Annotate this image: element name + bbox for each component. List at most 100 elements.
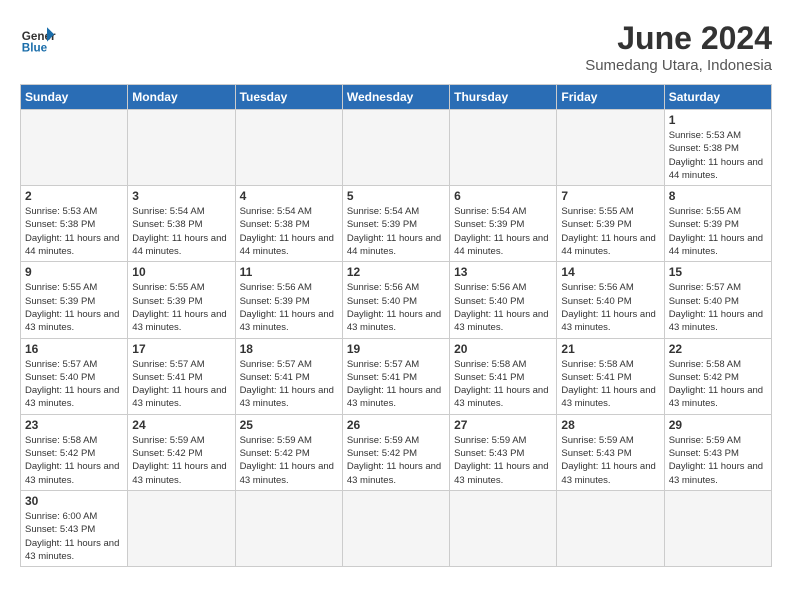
day-info: Sunrise: 5:53 AM Sunset: 5:38 PM Dayligh… (25, 205, 123, 258)
day-info: Sunrise: 5:54 AM Sunset: 5:39 PM Dayligh… (347, 205, 445, 258)
day-info: Sunrise: 5:58 AM Sunset: 5:41 PM Dayligh… (454, 358, 552, 411)
day-info: Sunrise: 5:57 AM Sunset: 5:41 PM Dayligh… (240, 358, 338, 411)
day-info: Sunrise: 5:56 AM Sunset: 5:40 PM Dayligh… (561, 281, 659, 334)
calendar-cell (450, 490, 557, 566)
calendar-cell: 23 Sunrise: 5:58 AM Sunset: 5:42 PM Dayli… (21, 414, 128, 490)
day-header-tuesday: Tuesday (235, 85, 342, 110)
calendar-cell (128, 490, 235, 566)
day-number: 18 (240, 342, 338, 356)
calendar-cell (342, 490, 449, 566)
calendar-cell: 17 Sunrise: 5:57 AM Sunset: 5:41 PM Dayli… (128, 338, 235, 414)
calendar-cell: 9Sunrise: 5:55 AM Sunset: 5:39 PM Daylig… (21, 262, 128, 338)
calendar-cell: 19Sunrise: 5:57 AM Sunset: 5:41 PM Dayli… (342, 338, 449, 414)
day-number: 10 (132, 265, 230, 279)
calendar-cell: 26 Sunrise: 5:59 AM Sunset: 5:42 PM Dayli… (342, 414, 449, 490)
day-info: Sunrise: 5:54 AM Sunset: 5:39 PM Dayligh… (454, 205, 552, 258)
logo-icon: General Blue (20, 20, 56, 56)
day-number: 28 (561, 418, 659, 432)
day-info: Sunrise: 5:56 AM Sunset: 5:39 PM Dayligh… (240, 281, 338, 334)
day-info: Sunrise: 5:59 AM Sunset: 5:43 PM Dayligh… (561, 434, 659, 487)
day-header-wednesday: Wednesday (342, 85, 449, 110)
calendar-cell (235, 110, 342, 186)
day-header-sunday: Sunday (21, 85, 128, 110)
day-number: 15 (669, 265, 767, 279)
day-number: 8 (669, 189, 767, 203)
day-number: 22 (669, 342, 767, 356)
calendar-cell: 7 Sunrise: 5:55 AM Sunset: 5:39 PM Daylig… (557, 186, 664, 262)
calendar-cell: 6Sunrise: 5:54 AM Sunset: 5:39 PM Daylig… (450, 186, 557, 262)
calendar-cell (128, 110, 235, 186)
calendar-cell: 21 Sunrise: 5:58 AM Sunset: 5:41 PM Dayli… (557, 338, 664, 414)
day-number: 12 (347, 265, 445, 279)
day-number: 20 (454, 342, 552, 356)
calendar-week-4: 16 Sunrise: 5:57 AM Sunset: 5:40 PM Dayli… (21, 338, 772, 414)
calendar-cell: 18 Sunrise: 5:57 AM Sunset: 5:41 PM Dayli… (235, 338, 342, 414)
title-block: June 2024 Sumedang Utara, Indonesia (585, 20, 772, 74)
day-number: 4 (240, 189, 338, 203)
calendar-cell: 24Sunrise: 5:59 AM Sunset: 5:42 PM Dayli… (128, 414, 235, 490)
calendar-week-3: 9 Sunrise: 5:55 AM Sunset: 5:39 PM Daylig… (21, 262, 772, 338)
calendar-cell: 5 Sunrise: 5:54 AM Sunset: 5:39 PM Daylig… (342, 186, 449, 262)
calendar-cell: 2 Sunrise: 5:53 AM Sunset: 5:38 PM Daylig… (21, 186, 128, 262)
calendar-header-row: SundayMondayTuesdayWednesdayThursdayFrid… (21, 85, 772, 110)
calendar-cell: 28 Sunrise: 5:59 AM Sunset: 5:43 PM Dayli… (557, 414, 664, 490)
day-number: 27 (454, 418, 552, 432)
svg-text:Blue: Blue (22, 42, 48, 55)
calendar-cell (21, 110, 128, 186)
day-number: 17 (132, 342, 230, 356)
day-number: 9 (25, 265, 123, 279)
page-header: General Blue June 2024 Sumedang Utara, I… (20, 20, 772, 74)
day-info: Sunrise: 5:57 AM Sunset: 5:41 PM Dayligh… (132, 358, 230, 411)
day-number: 30 (25, 494, 123, 508)
day-info: Sunrise: 5:58 AM Sunset: 5:41 PM Dayligh… (561, 358, 659, 411)
day-info: Sunrise: 5:58 AM Sunset: 5:42 PM Dayligh… (25, 434, 123, 487)
calendar-cell: 11 Sunrise: 5:56 AM Sunset: 5:39 PM Dayli… (235, 262, 342, 338)
day-number: 24 (132, 418, 230, 432)
calendar-cell: 22 Sunrise: 5:58 AM Sunset: 5:42 PM Dayli… (664, 338, 771, 414)
calendar-cell: 20 Sunrise: 5:58 AM Sunset: 5:41 PM Dayli… (450, 338, 557, 414)
day-info: Sunrise: 6:00 AM Sunset: 5:43 PM Dayligh… (25, 510, 123, 563)
day-info: Sunrise: 5:54 AM Sunset: 5:38 PM Dayligh… (240, 205, 338, 258)
day-info: Sunrise: 5:54 AM Sunset: 5:38 PM Dayligh… (132, 205, 230, 258)
day-info: Sunrise: 5:53 AM Sunset: 5:38 PM Dayligh… (669, 129, 767, 182)
day-header-monday: Monday (128, 85, 235, 110)
calendar-cell (450, 110, 557, 186)
calendar-cell (235, 490, 342, 566)
calendar-cell: 10 Sunrise: 5:55 AM Sunset: 5:39 PM Dayli… (128, 262, 235, 338)
day-info: Sunrise: 5:59 AM Sunset: 5:42 PM Dayligh… (347, 434, 445, 487)
calendar-cell (557, 490, 664, 566)
day-number: 5 (347, 189, 445, 203)
day-info: Sunrise: 5:58 AM Sunset: 5:42 PM Dayligh… (669, 358, 767, 411)
day-info: Sunrise: 5:56 AM Sunset: 5:40 PM Dayligh… (347, 281, 445, 334)
day-info: Sunrise: 5:55 AM Sunset: 5:39 PM Dayligh… (561, 205, 659, 258)
day-info: Sunrise: 5:59 AM Sunset: 5:43 PM Dayligh… (454, 434, 552, 487)
calendar-cell: 30 Sunrise: 6:00 AM Sunset: 5:43 PM Dayli… (21, 490, 128, 566)
day-number: 29 (669, 418, 767, 432)
day-number: 23 (25, 418, 123, 432)
calendar-cell: 13Sunrise: 5:56 AM Sunset: 5:40 PM Dayli… (450, 262, 557, 338)
day-number: 16 (25, 342, 123, 356)
calendar-cell: 14Sunrise: 5:56 AM Sunset: 5:40 PM Dayli… (557, 262, 664, 338)
calendar-cell: 3 Sunrise: 5:54 AM Sunset: 5:38 PM Daylig… (128, 186, 235, 262)
day-info: Sunrise: 5:55 AM Sunset: 5:39 PM Dayligh… (132, 281, 230, 334)
day-number: 3 (132, 189, 230, 203)
calendar-week-1: 1 Sunrise: 5:53 AM Sunset: 5:38 PM Daylig… (21, 110, 772, 186)
calendar-cell: 12 Sunrise: 5:56 AM Sunset: 5:40 PM Dayli… (342, 262, 449, 338)
calendar-cell: 1 Sunrise: 5:53 AM Sunset: 5:38 PM Daylig… (664, 110, 771, 186)
day-number: 7 (561, 189, 659, 203)
day-info: Sunrise: 5:57 AM Sunset: 5:40 PM Dayligh… (25, 358, 123, 411)
day-info: Sunrise: 5:57 AM Sunset: 5:41 PM Dayligh… (347, 358, 445, 411)
calendar-cell: 16 Sunrise: 5:57 AM Sunset: 5:40 PM Dayli… (21, 338, 128, 414)
day-number: 11 (240, 265, 338, 279)
day-info: Sunrise: 5:57 AM Sunset: 5:40 PM Dayligh… (669, 281, 767, 334)
day-number: 26 (347, 418, 445, 432)
day-info: Sunrise: 5:56 AM Sunset: 5:40 PM Dayligh… (454, 281, 552, 334)
day-number: 1 (669, 113, 767, 127)
day-header-saturday: Saturday (664, 85, 771, 110)
day-number: 21 (561, 342, 659, 356)
day-info: Sunrise: 5:59 AM Sunset: 5:43 PM Dayligh… (669, 434, 767, 487)
calendar-cell: 27 Sunrise: 5:59 AM Sunset: 5:43 PM Dayli… (450, 414, 557, 490)
calendar-cell: 4 Sunrise: 5:54 AM Sunset: 5:38 PM Daylig… (235, 186, 342, 262)
day-number: 2 (25, 189, 123, 203)
calendar-cell: 15 Sunrise: 5:57 AM Sunset: 5:40 PM Dayli… (664, 262, 771, 338)
